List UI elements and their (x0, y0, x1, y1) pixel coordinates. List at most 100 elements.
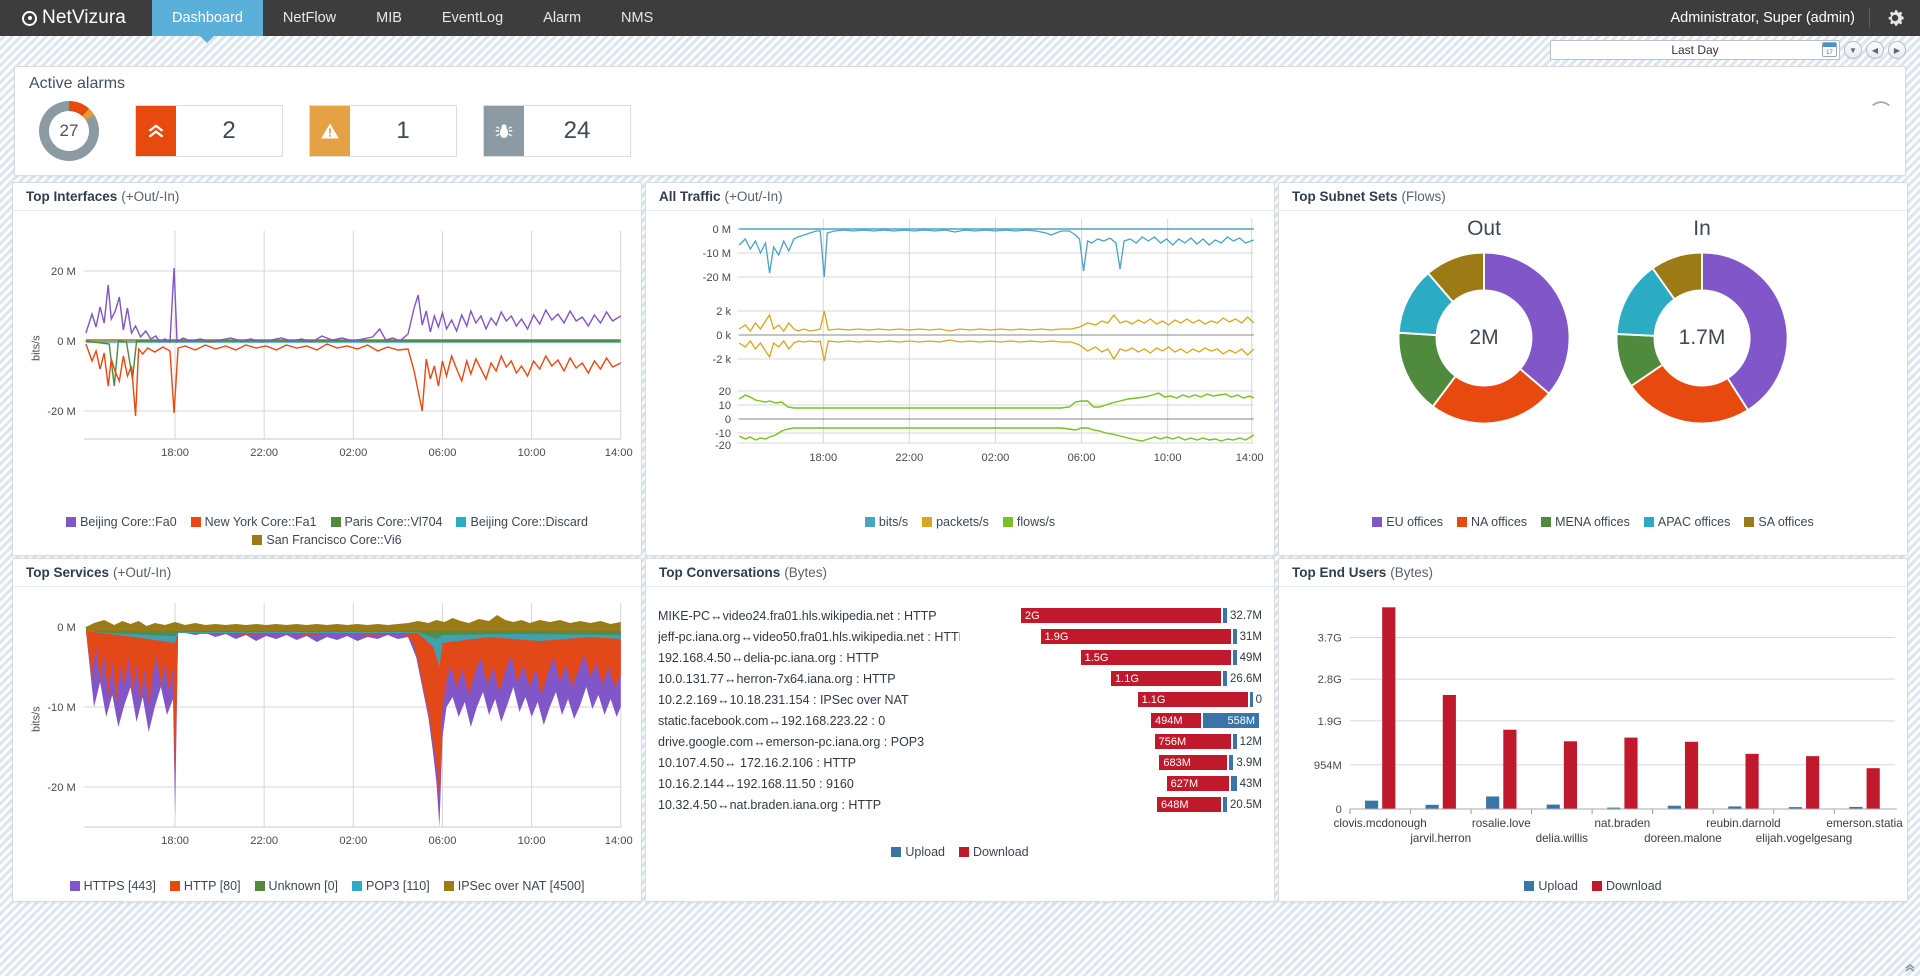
chart-all-traffic[interactable]: 0 M -10 M -20 M 2 k 0 k -2 k 20 10 0 -10… (646, 211, 1274, 511)
nav-item-dashboard[interactable]: Dashboard (152, 0, 263, 36)
download-bar[interactable] (1685, 742, 1698, 809)
conversation-row[interactable]: drive.google.com↔emerson-pc.iana.org : P… (658, 731, 1262, 752)
upload-bar[interactable] (1223, 797, 1227, 812)
nav-item-nms[interactable]: NMS (601, 0, 673, 36)
panel-top-services: Top Services (+Out/-In) (12, 558, 642, 902)
download-bar[interactable]: 648M (1157, 797, 1221, 812)
chart-top-end-users[interactable]: 3.7G2.8G1.9G954M0clovis.mcdonoughjarvil.… (1279, 587, 1907, 875)
upload-bar[interactable] (1250, 692, 1253, 707)
download-bar[interactable] (1806, 756, 1819, 809)
date-range-previous-button[interactable]: ◀ (1866, 41, 1884, 59)
alarms-donut-chart[interactable]: 27 (29, 95, 109, 167)
download-bar[interactable] (1745, 754, 1758, 809)
download-bar[interactable] (1624, 738, 1637, 809)
upload-value-label: 26.6M (1230, 673, 1262, 685)
conversation-row[interactable]: 10.107.4.50↔ 172.16.2.106 : HTTP683M3.9M (658, 752, 1262, 773)
upload-bar[interactable] (1547, 805, 1560, 809)
legend-item[interactable]: Download (1592, 879, 1662, 893)
calendar-icon[interactable]: 17 (1822, 42, 1837, 57)
download-bar[interactable] (1867, 768, 1880, 809)
chart-top-interfaces[interactable]: 20 M 0 M -20 M bits/s 18:00 22:00 02:00 … (13, 211, 641, 511)
upload-bar[interactable] (1231, 776, 1237, 791)
download-bar[interactable]: 1.9G (1041, 629, 1231, 644)
alarm-box-bug[interactable]: 24 (483, 105, 631, 157)
gear-icon[interactable] (1870, 0, 1920, 36)
collapse-icon[interactable] (1871, 97, 1891, 109)
conversation-row[interactable]: MIKE-PC↔video24.fra01.hls.wikipedia.net … (658, 605, 1262, 626)
nav-item-alarm[interactable]: Alarm (523, 0, 601, 36)
alarms-total-count: 27 (60, 121, 79, 141)
chart-top-services[interactable]: 0 M -10 M -20 M bits/s 18:00 22:00 02:00… (13, 587, 641, 875)
upload-bar[interactable] (1486, 796, 1499, 809)
upload-value-label: 31M (1240, 631, 1262, 643)
download-bar[interactable]: 1.1G (1111, 671, 1221, 686)
x-axis-tick-label: nat.braden (1595, 818, 1651, 830)
alarm-box-critical[interactable]: 2 (135, 105, 283, 157)
upload-bar[interactable] (1233, 734, 1237, 749)
donut-in[interactable]: In (1607, 217, 1797, 433)
legend-item[interactable]: Unknown [0] (255, 879, 338, 893)
legend-item[interactable]: NA offices (1457, 515, 1527, 529)
nav-item-eventlog[interactable]: EventLog (422, 0, 523, 36)
download-bar[interactable]: 2G (1021, 608, 1221, 623)
download-bar[interactable] (1382, 607, 1395, 809)
download-bar[interactable] (1503, 730, 1516, 809)
conversation-row[interactable]: 192.168.4.50↔delia-pc.iana.org : HTTP1.5… (658, 647, 1262, 668)
download-bar[interactable] (1443, 695, 1456, 809)
legend-item[interactable]: APAC offices (1644, 515, 1731, 529)
download-bar[interactable]: 627M (1167, 776, 1229, 791)
legend-item[interactable]: POP3 [110] (352, 879, 430, 893)
date-range-dropdown-button[interactable]: ▼ (1844, 41, 1862, 59)
legend-item[interactable]: flows/s (1003, 515, 1055, 529)
legend-item[interactable]: MENA offices (1541, 515, 1630, 529)
legend-item[interactable]: San Francisco Core::Vi6 (252, 533, 401, 547)
scroll-up-icon[interactable] (1903, 960, 1917, 974)
download-bar[interactable]: 683M (1159, 755, 1227, 770)
legend-item[interactable]: IPSec over NAT [4500] (444, 879, 585, 893)
legend-item[interactable]: Beijing Core::Fa0 (66, 515, 177, 529)
conversation-row[interactable]: 10.2.2.169↔10.18.231.154 : IPSec over NA… (658, 689, 1262, 710)
upload-bar[interactable] (1229, 755, 1233, 770)
svg-text:06:00: 06:00 (1068, 452, 1096, 464)
legend-item[interactable]: HTTPS [443] (70, 879, 156, 893)
legend-label: Paris Core::Vl704 (345, 515, 443, 529)
legend-item[interactable]: EU offices (1372, 515, 1443, 529)
conversation-row[interactable]: static.facebook.com↔192.168.223.22 : 049… (658, 710, 1262, 731)
legend-item[interactable]: Upload (1524, 879, 1578, 893)
conversation-row[interactable]: 10.32.4.50↔nat.braden.iana.org : HTTP648… (658, 794, 1262, 815)
legend-item[interactable]: SA offices (1744, 515, 1813, 529)
upload-bar[interactable] (1223, 608, 1227, 623)
legend-item[interactable]: HTTP [80] (170, 879, 241, 893)
download-bar[interactable]: 756M (1155, 734, 1231, 749)
upload-bar[interactable] (1233, 650, 1237, 665)
donut-out[interactable]: Out (1389, 217, 1579, 433)
conversation-label: drive.google.com↔emerson-pc.iana.org : P… (658, 735, 960, 749)
legend-item[interactable]: Download (959, 845, 1029, 859)
legend-item[interactable]: New York Core::Fa1 (191, 515, 317, 529)
legend-item[interactable]: Beijing Core::Discard (456, 515, 587, 529)
upload-bar[interactable] (1233, 629, 1237, 644)
legend-item[interactable]: Paris Core::Vl704 (331, 515, 443, 529)
date-range-field[interactable]: Last Day 17 (1550, 40, 1840, 60)
nav-item-netflow[interactable]: NetFlow (263, 0, 356, 36)
upload-bar[interactable] (1223, 671, 1227, 686)
download-bar[interactable]: 1.5G (1081, 650, 1231, 665)
date-range-next-button[interactable]: ▶ (1888, 41, 1906, 59)
nav-item-mib[interactable]: MIB (356, 0, 422, 36)
conversation-row[interactable]: jeff-pc.iana.org↔video50.fra01.hls.wikip… (658, 626, 1262, 647)
download-bar[interactable]: 494M (1151, 713, 1201, 728)
x-axis-tick-label: doreen.malone (1644, 833, 1722, 845)
upload-bar[interactable] (1365, 801, 1378, 809)
upload-bar[interactable] (1426, 805, 1439, 809)
legend-item[interactable]: Upload (891, 845, 945, 859)
download-bar[interactable] (1564, 741, 1577, 809)
panel-header-top-services: Top Services (+Out/-In) (13, 559, 641, 587)
conversation-row[interactable]: 10.0.131.77↔herron-7x64.iana.org : HTTP1… (658, 668, 1262, 689)
upload-bar[interactable]: 558M (1203, 713, 1259, 728)
alarm-box-warning[interactable]: 1 (309, 105, 457, 157)
conversation-row[interactable]: 10.16.2.144↔192.168.11.50 : 9160627M43M (658, 773, 1262, 794)
legend-item[interactable]: bits/s (865, 515, 908, 529)
chart-top-subnet-sets[interactable]: Out (1279, 211, 1907, 511)
legend-item[interactable]: packets/s (922, 515, 989, 529)
download-bar[interactable]: 1.1G (1138, 692, 1248, 707)
